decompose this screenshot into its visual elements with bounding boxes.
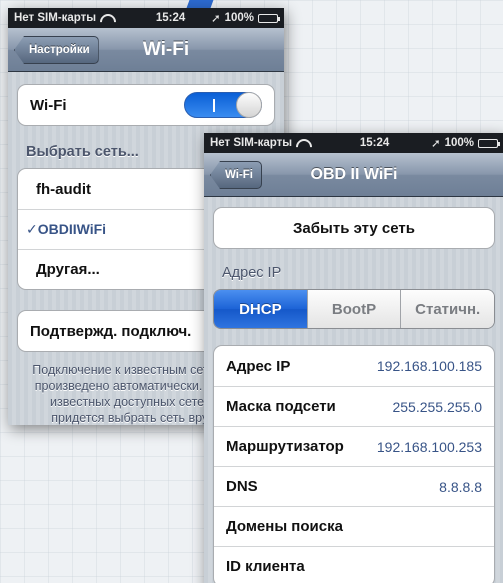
checkmark-icon: ✓ — [26, 221, 38, 237]
battery-percent: 100% — [224, 12, 254, 24]
back-button-label: Настройки — [29, 44, 90, 56]
location-arrow-icon: ➚ — [210, 13, 221, 25]
detail-value: 8.8.8.8 — [439, 478, 482, 495]
detail-row-search-domains: Домены поиска — [214, 506, 494, 546]
wifi-toggle-group: Wi-Fi — [17, 84, 275, 126]
location-arrow-icon: ➚ — [430, 138, 441, 150]
detail-label: DNS — [226, 478, 258, 495]
status-time: 15:24 — [155, 12, 186, 24]
network-name: fh-audit — [36, 180, 91, 198]
ask-to-join-label: Подтвержд. подключ. — [30, 322, 192, 340]
ip-details-list: Адрес IP 192.168.100.185 Маска подсети 2… — [213, 345, 495, 583]
battery-percent: 100% — [444, 137, 474, 149]
detail-value: 192.168.100.253 — [376, 438, 482, 455]
forget-network-button[interactable]: Забыть эту сеть — [213, 207, 495, 249]
detail-row-client-id: ID клиента — [214, 546, 494, 583]
network-name: OBDIIWiFi — [37, 221, 107, 237]
nav-bar: Wi-Fi OBD II WiFi — [204, 153, 503, 197]
forget-network-label: Забыть эту сеть — [293, 219, 415, 237]
detail-row-router: Маршрутизатор 192.168.100.253 — [214, 426, 494, 466]
wifi-toggle-row: Wi-Fi — [18, 85, 274, 125]
ip-address-header: Адрес IP — [222, 265, 282, 281]
page-title: OBD II WiFi — [310, 165, 398, 183]
detail-label: ID клиента — [226, 558, 305, 575]
battery-icon — [258, 13, 280, 23]
carrier-label: Нет SIM-карты — [210, 137, 293, 149]
detail-value: 255.255.255.0 — [392, 398, 482, 415]
back-button-settings[interactable]: Настройки — [14, 36, 99, 64]
battery-icon — [478, 138, 500, 148]
wifi-signal-icon — [100, 14, 112, 23]
segment-dhcp[interactable]: DHCP — [214, 290, 307, 328]
page-title: Wi-Fi — [142, 38, 190, 60]
network-details-screen: Нет SIM-карты 15:24 ➚ 100% Wi-Fi OBD II … — [204, 133, 503, 583]
segment-static[interactable]: Статичн. — [400, 290, 494, 328]
wifi-signal-icon — [296, 139, 308, 148]
back-button-wifi[interactable]: Wi-Fi — [210, 161, 262, 189]
detail-label: Домены поиска — [226, 518, 343, 535]
wifi-switch[interactable] — [184, 92, 262, 118]
detail-label: Адрес IP — [226, 357, 291, 375]
segment-bootp[interactable]: BootP — [306, 290, 401, 328]
network-name: Другая... — [36, 261, 100, 278]
back-button-label: Wi-Fi — [225, 169, 253, 181]
detail-label: Маска подсети — [226, 398, 336, 415]
nav-bar: Настройки Wi-Fi — [8, 28, 284, 72]
status-bar: Нет SIM-карты 15:24 ➚ 100% — [204, 133, 503, 153]
detail-row-subnet-mask: Маска подсети 255.255.255.0 — [214, 386, 494, 426]
status-bar: Нет SIM-карты 15:24 ➚ 100% — [8, 8, 284, 28]
status-time: 15:24 — [359, 137, 390, 149]
wifi-toggle-label: Wi-Fi — [30, 96, 67, 114]
ip-mode-segmented-control: DHCP BootP Статичн. — [213, 289, 495, 329]
detail-row-dns: DNS 8.8.8.8 — [214, 466, 494, 506]
detail-label: Маршрутизатор — [226, 438, 344, 455]
carrier-label: Нет SIM-карты — [14, 12, 97, 24]
detail-row-ip-address: Адрес IP 192.168.100.185 — [214, 346, 494, 386]
detail-value: 192.168.100.185 — [376, 358, 482, 374]
